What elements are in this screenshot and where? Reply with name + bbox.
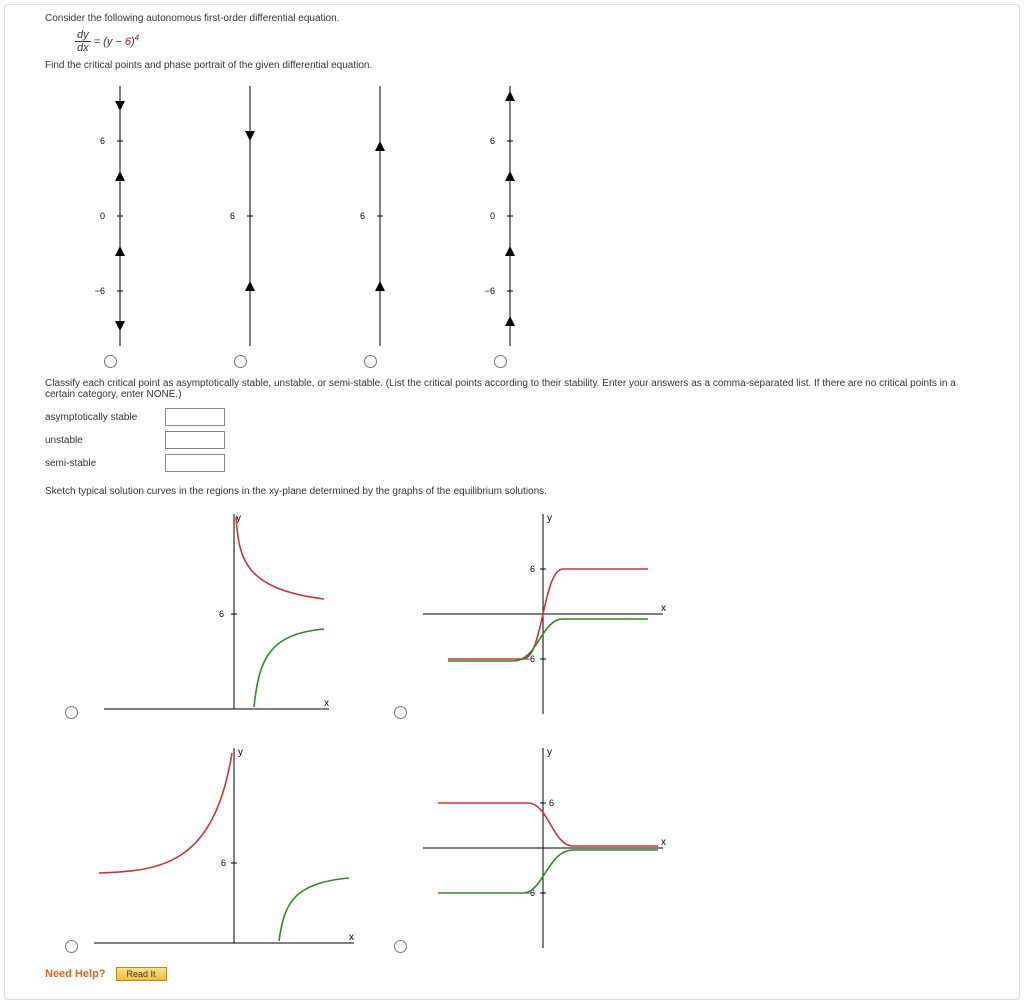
tick-6: 6 bbox=[100, 136, 105, 146]
classify-row-asymptotic: asymptotically stable bbox=[45, 408, 979, 426]
phase-radio-4[interactable] bbox=[494, 355, 507, 368]
classify-label: asymptotically stable bbox=[45, 412, 165, 423]
axis-y-label: y bbox=[547, 747, 552, 758]
solution-curves-grid: y x 6 y x bbox=[65, 509, 673, 953]
red-curve bbox=[438, 803, 658, 846]
red-curve bbox=[99, 753, 232, 873]
unstable-input[interactable] bbox=[165, 431, 225, 449]
critical-prompt: Find the critical points and phase portr… bbox=[45, 60, 979, 71]
phase-portraits-row: 6 0 −6 6 bbox=[65, 81, 979, 368]
classify-label: semi-stable bbox=[45, 458, 165, 469]
question-container: Consider the following autonomous first-… bbox=[4, 4, 1020, 1000]
eq-exponent: 4 bbox=[135, 33, 139, 42]
green-curve bbox=[438, 850, 658, 893]
phase-radio-2[interactable] bbox=[234, 355, 247, 368]
classify-row-unstable: unstable bbox=[45, 431, 979, 449]
phase-diagram-2: 6 bbox=[195, 81, 285, 351]
classify-table: asymptotically stable unstable semi-stab… bbox=[45, 408, 979, 472]
need-help-label: Need Help? bbox=[45, 968, 106, 980]
arrow-up-icon bbox=[505, 316, 515, 326]
differential-equation: dy dx = (y − 6)4 bbox=[75, 30, 979, 54]
arrow-up-icon bbox=[505, 171, 515, 181]
axis-y-label: y bbox=[547, 513, 552, 524]
classify-row-semistable: semi-stable bbox=[45, 454, 979, 472]
phase-radio-3[interactable] bbox=[364, 355, 377, 368]
asymptotic-input[interactable] bbox=[165, 408, 225, 426]
arrow-up-icon bbox=[375, 281, 385, 291]
eq-numerator: dy bbox=[75, 30, 91, 42]
question-content: Consider the following autonomous first-… bbox=[5, 5, 1019, 991]
arrow-down-icon bbox=[115, 321, 125, 331]
arrow-down-icon bbox=[115, 101, 125, 111]
tick-0: 0 bbox=[100, 211, 105, 221]
classify-prompt: Classify each critical point as asymptot… bbox=[45, 378, 979, 400]
curve-option-D: y x 6 −6 bbox=[394, 743, 673, 953]
solution-curve-C: y x 6 bbox=[84, 743, 364, 953]
phase-option-4: 6 0 −6 bbox=[455, 81, 545, 368]
axis-x-label: x bbox=[661, 837, 666, 848]
phase-option-3: 6 bbox=[325, 81, 415, 368]
tick-6: 6 bbox=[221, 858, 226, 868]
tick-0: 0 bbox=[490, 211, 495, 221]
phase-radio-1[interactable] bbox=[104, 355, 117, 368]
tick-neg6: −6 bbox=[485, 286, 495, 296]
curve-radio-D[interactable] bbox=[394, 940, 407, 953]
arrow-up-icon bbox=[505, 91, 515, 101]
tick-neg6: −6 bbox=[95, 286, 105, 296]
arrow-up-icon bbox=[245, 281, 255, 291]
arrow-up-icon bbox=[375, 141, 385, 151]
read-it-button[interactable]: Read It bbox=[116, 967, 167, 981]
green-curve bbox=[279, 878, 349, 941]
curve-option-A: y x 6 bbox=[65, 509, 364, 719]
tick-6: 6 bbox=[490, 136, 495, 146]
axis-y-label: y bbox=[238, 747, 243, 758]
tick-6: 6 bbox=[360, 211, 365, 221]
curve-radio-A[interactable] bbox=[65, 706, 78, 719]
solution-curve-D: y x 6 −6 bbox=[413, 743, 673, 953]
sketch-prompt: Sketch typical solution curves in the re… bbox=[45, 486, 979, 497]
tick-6: 6 bbox=[549, 798, 554, 808]
need-help-row: Need Help? Read It bbox=[45, 967, 979, 981]
solution-curve-A: y x 6 bbox=[84, 509, 334, 719]
phase-diagram-1: 6 0 −6 bbox=[65, 81, 155, 351]
arrow-up-icon bbox=[115, 171, 125, 181]
semistable-input[interactable] bbox=[165, 454, 225, 472]
phase-option-2: 6 bbox=[195, 81, 285, 368]
curve-radio-B[interactable] bbox=[394, 706, 407, 719]
curve-option-C: y x 6 bbox=[65, 743, 364, 953]
classify-label: unstable bbox=[45, 435, 165, 446]
green-curve bbox=[448, 619, 648, 661]
axis-x-label: x bbox=[324, 698, 329, 709]
arrow-up-icon bbox=[115, 246, 125, 256]
solution-curve-B: y x 6 −6 bbox=[413, 509, 673, 719]
eq-denominator: dx bbox=[75, 42, 91, 54]
curve-option-B: y x 6 −6 bbox=[394, 509, 673, 719]
phase-diagram-3: 6 bbox=[325, 81, 415, 351]
tick-6: 6 bbox=[230, 211, 235, 221]
tick-6: 6 bbox=[219, 609, 224, 619]
axis-x-label: x bbox=[661, 603, 666, 614]
phase-option-1: 6 0 −6 bbox=[65, 81, 155, 368]
curve-radio-C[interactable] bbox=[65, 940, 78, 953]
arrow-up-icon bbox=[505, 246, 515, 256]
eq-rhs-prefix: = (y − bbox=[94, 36, 125, 48]
phase-diagram-4: 6 0 −6 bbox=[455, 81, 545, 351]
red-curve bbox=[236, 517, 324, 599]
green-curve bbox=[254, 629, 324, 707]
intro-text: Consider the following autonomous first-… bbox=[45, 13, 979, 24]
tick-6: 6 bbox=[530, 564, 535, 574]
arrow-down-icon bbox=[245, 131, 255, 141]
